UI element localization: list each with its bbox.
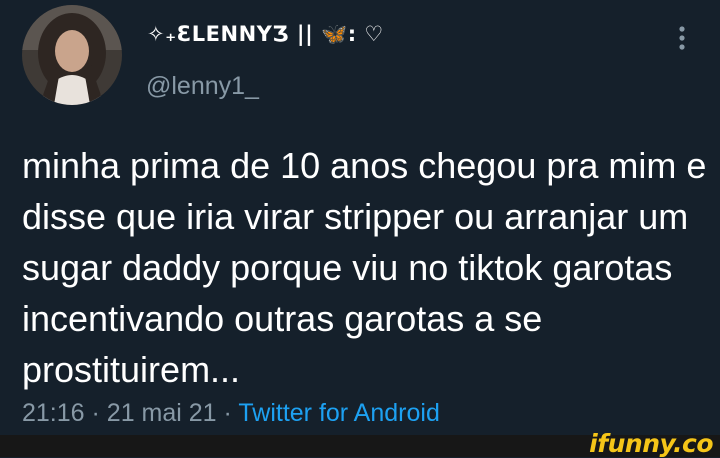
tweet-time[interactable]: 21:16 bbox=[22, 399, 85, 427]
display-name[interactable]: ✧₊ƐLENNYƷ || 🦋: ♡ bbox=[147, 22, 384, 47]
ifunny-watermark: ifunny.co bbox=[589, 429, 713, 458]
more-options-icon[interactable] bbox=[674, 24, 690, 54]
tweet-card: ✧₊ƐLENNYƷ || 🦋: ♡ @lenny1_ minha prima d… bbox=[0, 0, 720, 435]
avatar-photo-icon bbox=[22, 5, 122, 105]
username-handle[interactable]: @lenny1_ bbox=[146, 72, 259, 101]
tweet-text: minha prima de 10 anos chegou pra mim e … bbox=[22, 145, 707, 390]
tweet-metadata: 21:16 · 21 mai 21 · Twitter for Android bbox=[22, 399, 440, 428]
tweet-date[interactable]: 21 mai 21 bbox=[107, 399, 217, 427]
meta-separator: · bbox=[91, 399, 100, 427]
meta-separator: · bbox=[223, 399, 232, 427]
avatar[interactable] bbox=[22, 5, 122, 105]
tweet-source-link[interactable]: Twitter for Android bbox=[238, 399, 439, 427]
watermark-bar: ifunny.co bbox=[0, 429, 720, 458]
